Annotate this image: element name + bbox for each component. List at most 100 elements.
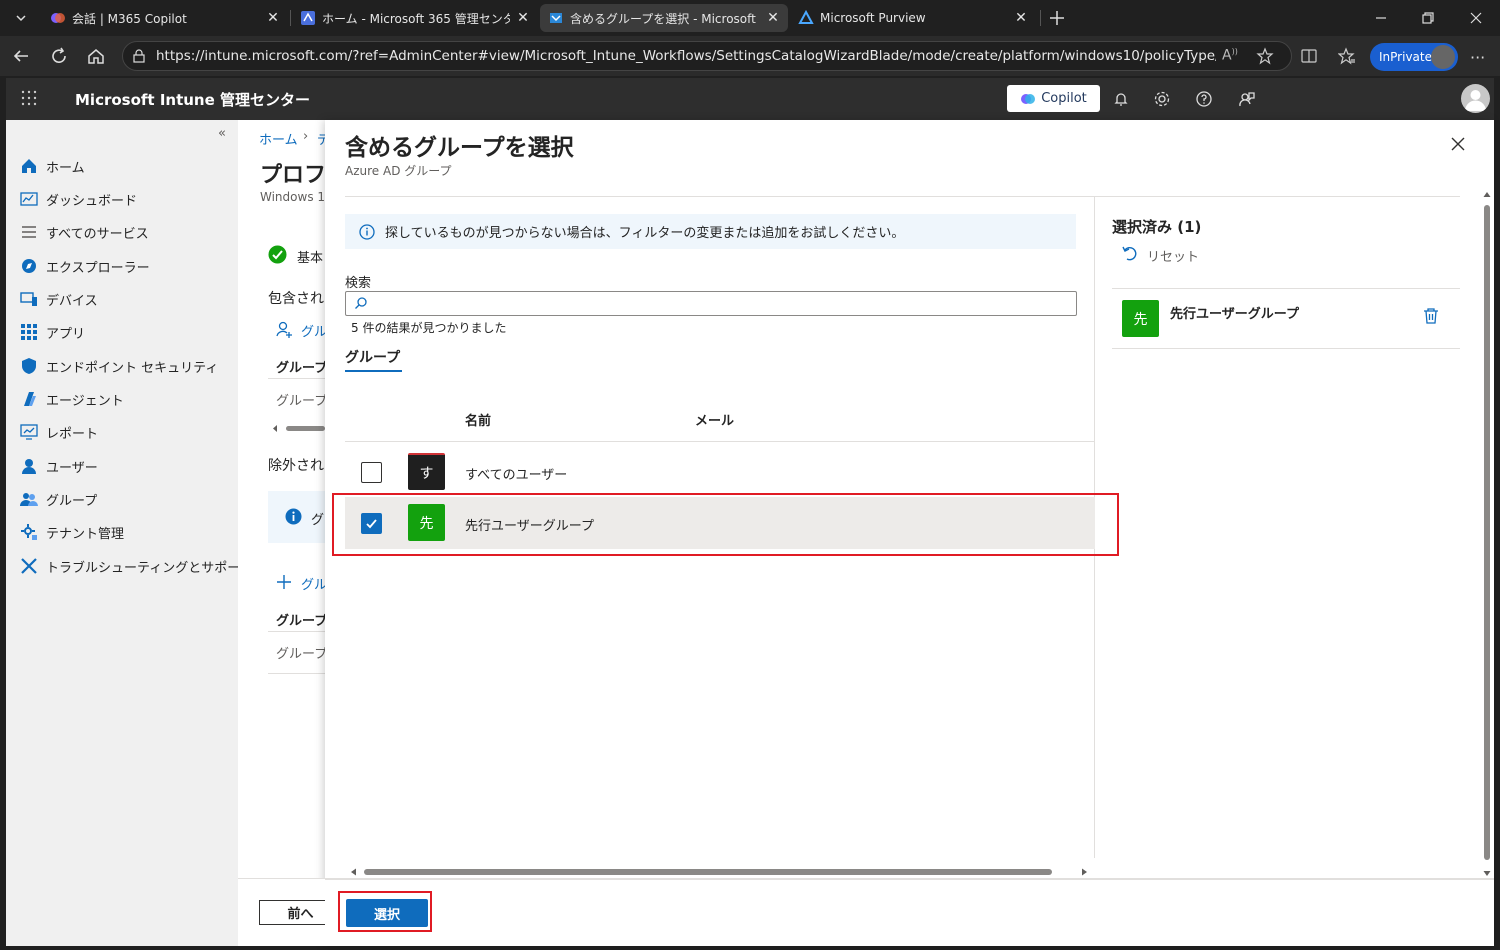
browser-tab-select-groups[interactable]: 含めるグループを選択 - Microsoft Int ✕ (540, 4, 788, 32)
search-label: 検索 (345, 276, 372, 291)
tab-actions-chevron-down-icon[interactable] (9, 6, 33, 30)
sidebar-item-device[interactable]: デバイス (20, 288, 98, 310)
browser-tab-admin[interactable]: ホーム - Microsoft 365 管理センター ✕ (292, 4, 538, 32)
sidebar-item-home[interactable]: ホーム (20, 155, 85, 177)
sidebar-item-explorer[interactable]: エクスプローラー (20, 255, 150, 277)
app-title[interactable]: Microsoft Intune 管理センター (75, 89, 310, 110)
browser-tab-copilot[interactable]: 会話 | M365 Copilot ✕ (42, 4, 288, 32)
refresh-icon[interactable] (47, 44, 71, 68)
blade-subtitle: Azure AD グループ (345, 164, 452, 178)
account-avatar[interactable] (1461, 84, 1490, 113)
page-title: プロフ (260, 163, 327, 188)
info-icon (359, 223, 375, 240)
blade-vertical-scrollbar[interactable] (1482, 190, 1492, 878)
home-browser-icon[interactable] (84, 44, 108, 68)
sidebar-item-label: デバイス (46, 293, 98, 309)
add-user-icon[interactable] (276, 320, 294, 338)
highlight-box (332, 493, 1119, 556)
read-aloud-icon[interactable]: A)) (1222, 47, 1238, 64)
included-groups-label: 包含され (268, 291, 324, 307)
shield-icon (20, 357, 38, 375)
blade-horizontal-scrollbar[interactable] (349, 867, 1089, 877)
intune-icon (548, 10, 564, 26)
tab-title: 含めるグループを選択 - Microsoft Int (570, 11, 760, 26)
minimize-icon[interactable] (1369, 6, 1393, 30)
blade-title: 含めるグループを選択 (345, 135, 574, 161)
sidebar-item-label: テナント管理 (46, 526, 125, 542)
browser-tab-purview[interactable]: Microsoft Purview ✕ (790, 4, 1036, 32)
back-arrow-icon[interactable] (9, 44, 33, 68)
sidebar-item-group[interactable]: グループ (20, 488, 97, 510)
restore-icon[interactable] (1416, 6, 1440, 30)
more-options-icon[interactable]: ··· (1470, 48, 1485, 67)
results-count: 5 件の結果が見つかりました (351, 321, 507, 335)
info-text: グ (311, 513, 325, 528)
list-icon (20, 223, 38, 241)
sidebar-item-label: グループ (46, 493, 98, 509)
tab-groups[interactable]: グループ (345, 347, 400, 367)
sidebar-item-dashboard[interactable]: ダッシュボード (20, 188, 137, 210)
sidebar-item-label: ホーム (46, 160, 85, 176)
column-header-name[interactable]: 名前 (465, 410, 491, 429)
undo-reset-icon[interactable] (1121, 245, 1137, 261)
settings-gear-icon[interactable] (1151, 88, 1173, 110)
column-header-email[interactable]: メール (695, 410, 734, 429)
close-icon[interactable]: ✕ (266, 10, 280, 26)
agent-icon (20, 390, 38, 408)
copilot-icon (1020, 91, 1036, 107)
delete-trash-icon[interactable] (1423, 307, 1439, 325)
row-checkbox[interactable] (361, 462, 382, 483)
favorite-star-icon[interactable] (1256, 47, 1274, 65)
close-blade-icon[interactable] (1450, 136, 1466, 152)
sidebar-item-shield[interactable]: エンドポイント セキュリティ (20, 355, 218, 377)
sidebar-item-apps[interactable]: アプリ (20, 321, 85, 343)
selected-count-title: 選択済み (1) (1112, 218, 1202, 236)
new-tab-plus-icon[interactable] (1045, 6, 1069, 30)
profile-avatar[interactable] (1431, 45, 1455, 69)
site-info-lock-icon[interactable] (132, 49, 146, 63)
admin-icon (300, 10, 316, 26)
help-question-icon[interactable] (1193, 88, 1215, 110)
sidebar-item-tools[interactable]: トラブルシューティングとサポート (20, 555, 253, 577)
close-icon[interactable]: ✕ (766, 10, 780, 26)
close-icon[interactable]: ✕ (516, 10, 530, 26)
groups-column-header: グループ (276, 361, 328, 376)
sidebar-item-label: すべてのサービス (46, 226, 149, 242)
report-icon (20, 423, 38, 441)
excluded-groups-column-header: グループ (276, 614, 328, 629)
split-screen-icon[interactable] (1300, 47, 1318, 65)
selected-group-avatar: 先 (1122, 300, 1159, 337)
notifications-bell-icon[interactable] (1110, 88, 1132, 110)
home-icon (20, 157, 38, 175)
sidebar-item-agent[interactable]: エージェント (20, 388, 124, 410)
reset-button[interactable]: リセット (1147, 246, 1199, 265)
app-launcher-waffle-icon[interactable] (21, 90, 37, 106)
horizontal-scrollbar[interactable] (273, 424, 325, 433)
feedback-icon[interactable] (1235, 88, 1257, 110)
breadcrumb-home[interactable]: ホーム (259, 129, 298, 148)
sidebar-item-user[interactable]: ユーザー (20, 455, 98, 477)
collapse-nav-chevron-icon[interactable]: « (218, 126, 226, 141)
sidebar-item-list[interactable]: すべてのサービス (20, 221, 149, 243)
step-basics[interactable]: 基本 (297, 247, 323, 266)
add-excluded-groups-link[interactable]: グル (301, 574, 327, 593)
group-name[interactable]: すべてのユーザー (465, 464, 567, 483)
search-input[interactable] (345, 291, 1077, 316)
add-plus-icon[interactable] (276, 574, 292, 590)
inprivate-label: InPrivate (1379, 50, 1432, 64)
sidebar-item-label: エクスプローラー (46, 260, 150, 276)
close-icon[interactable]: ✕ (1014, 10, 1028, 26)
device-icon (20, 290, 38, 308)
favorites-icon[interactable] (1338, 47, 1356, 65)
search-icon (354, 296, 368, 310)
copilot-button[interactable]: Copilot (1007, 85, 1100, 112)
selected-group-name: 先行ユーザーグループ (1170, 307, 1299, 322)
sidebar-item-report[interactable]: レポート (20, 421, 98, 443)
close-window-icon[interactable] (1464, 6, 1488, 30)
sidebar-item-tenant[interactable]: テナント管理 (20, 521, 124, 543)
info-banner-text: 探しているものが見つからない場合は、フィルターの変更または追加をお試しください。 (385, 226, 905, 241)
table-row[interactable] (345, 447, 1095, 499)
add-groups-link[interactable]: グル (301, 321, 327, 340)
apps-icon (20, 323, 38, 341)
group-avatar: す (408, 453, 445, 490)
